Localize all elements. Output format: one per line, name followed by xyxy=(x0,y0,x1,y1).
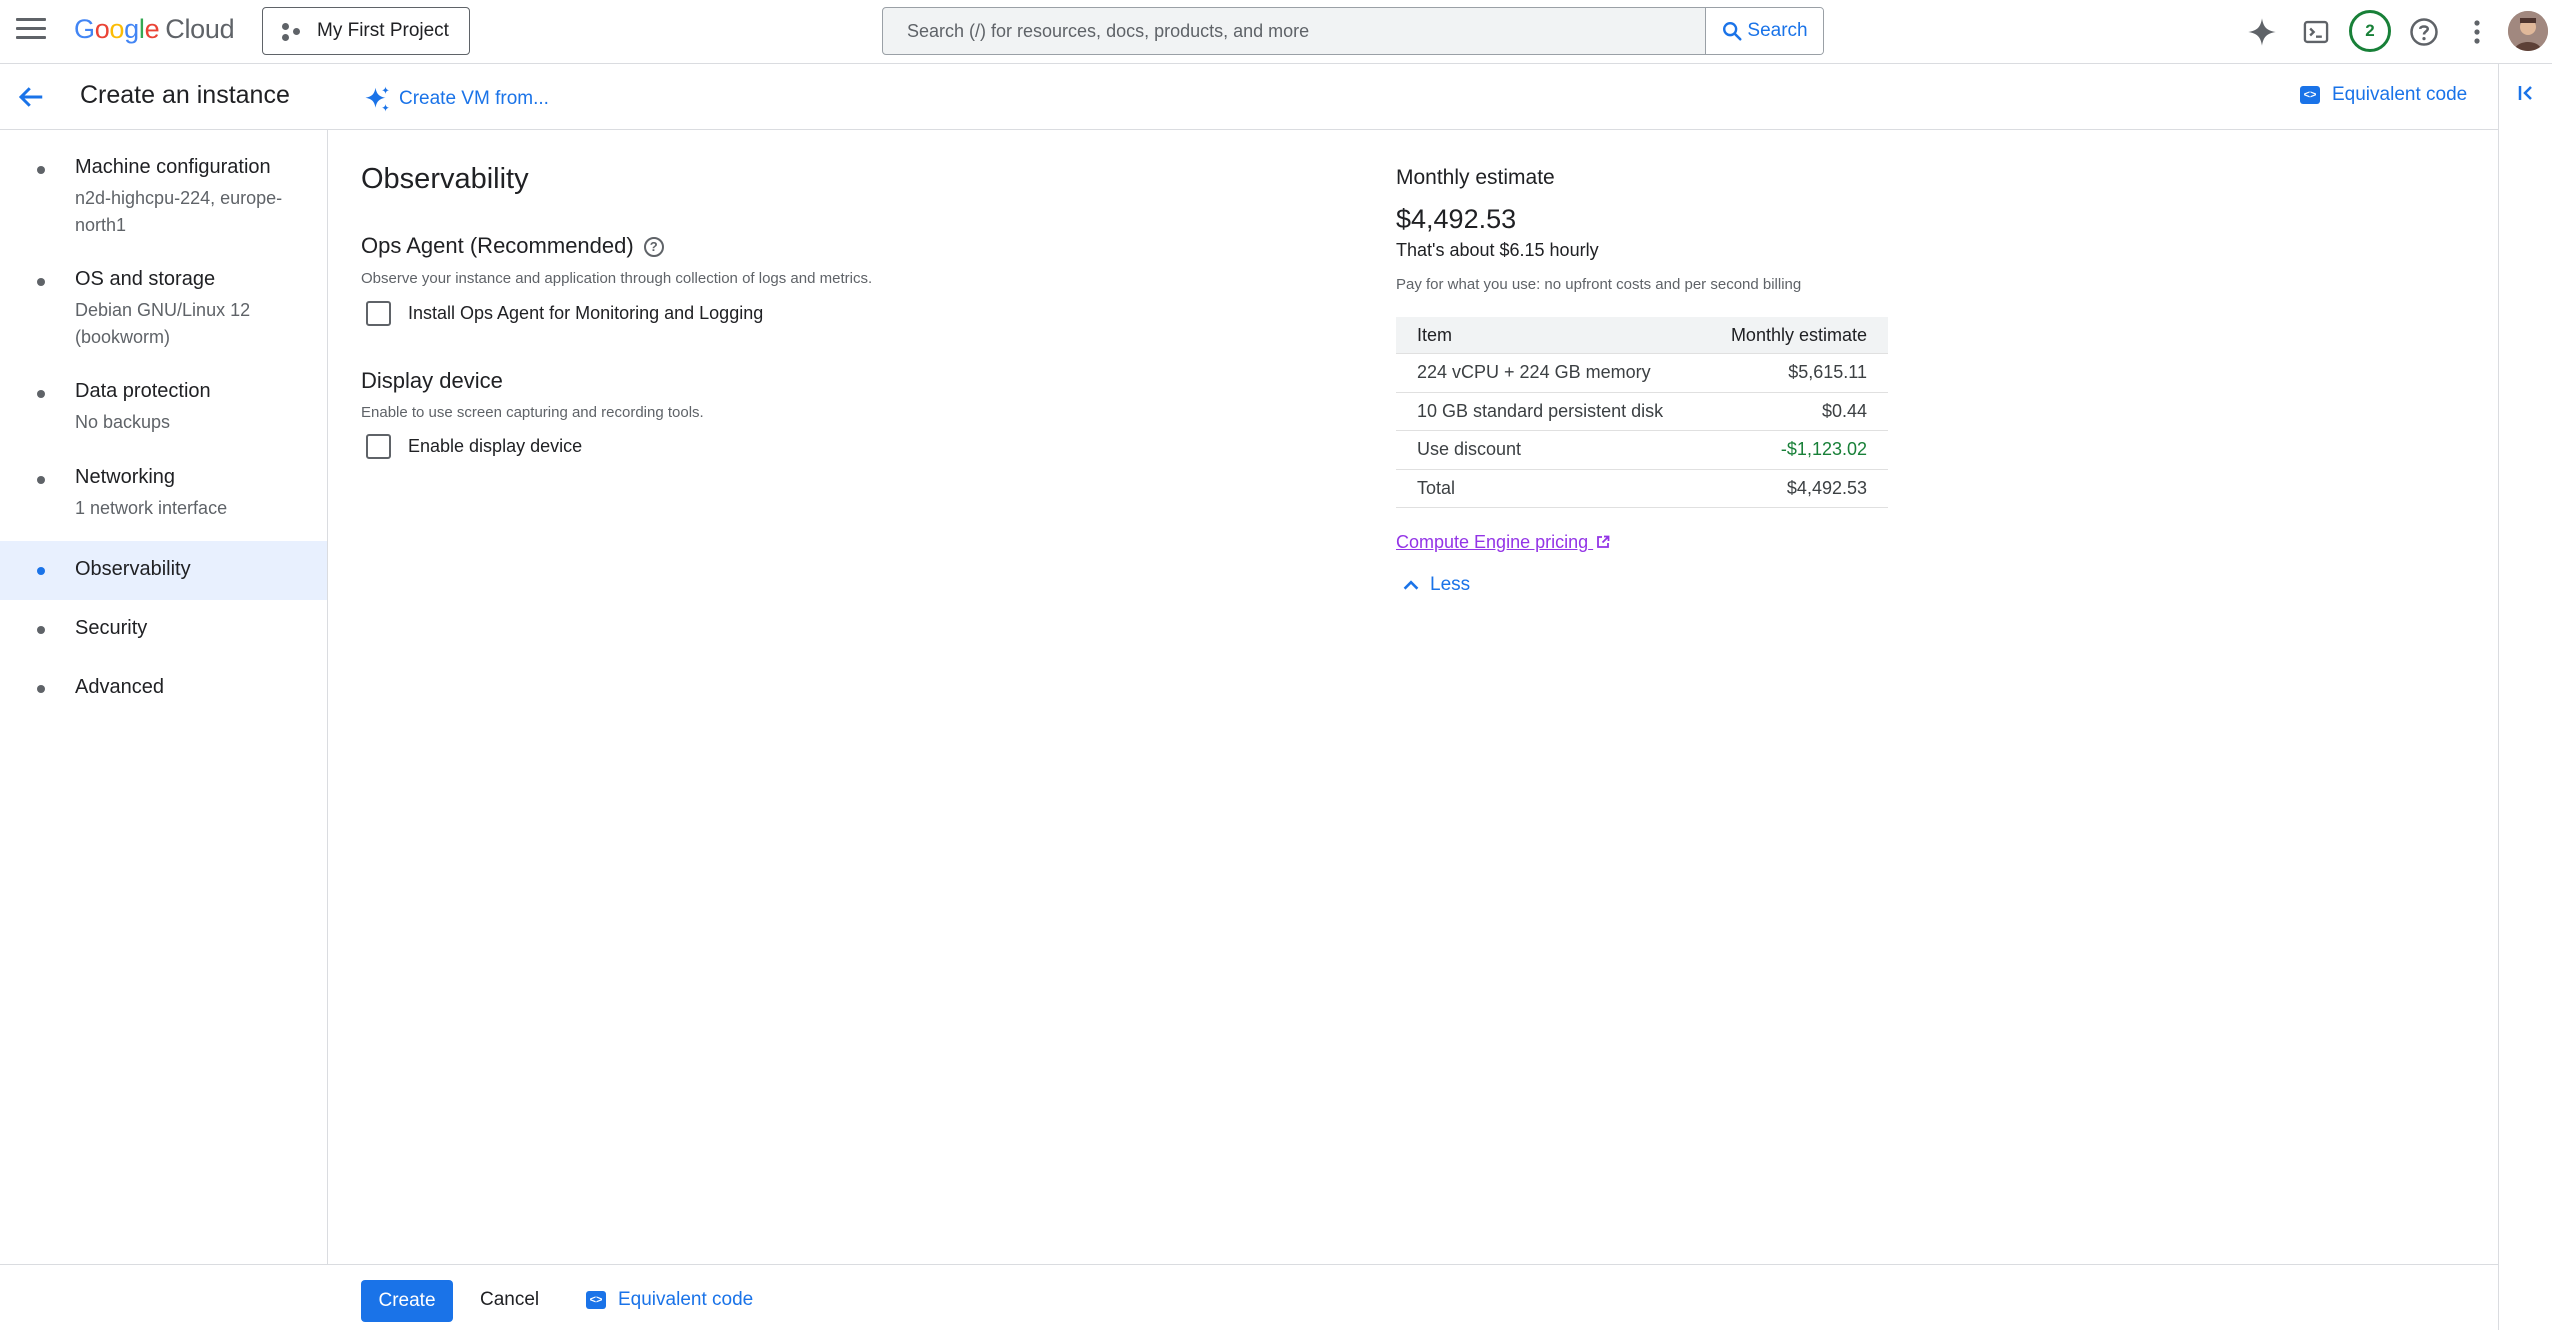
nav-bullet xyxy=(37,166,45,174)
project-name: My First Project xyxy=(317,20,449,41)
nav-item-subtitle: No backups xyxy=(75,412,171,432)
less-label: Less xyxy=(1430,574,1471,595)
equivalent-code-label: Equivalent code xyxy=(2332,84,2468,105)
nav-bullet xyxy=(37,567,45,575)
display-device-description: Enable to use screen capturing and recor… xyxy=(361,404,704,421)
sparkle-icon xyxy=(365,86,390,112)
account-avatar[interactable] xyxy=(2508,11,2548,51)
estimate-table: Item Monthly estimate 224 vCPU + 224 GB … xyxy=(1396,317,1888,508)
table-header-row: Item Monthly estimate xyxy=(1396,317,1888,354)
table-row: 224 vCPU + 224 GB memory $5,615.11 xyxy=(1396,354,1888,393)
cloud-shell-terminal-icon[interactable] xyxy=(2298,14,2334,50)
gemini-sparkle-icon[interactable] xyxy=(2244,14,2280,50)
create-vm-from-label: Create VM from... xyxy=(399,88,549,109)
help-icon[interactable] xyxy=(2406,14,2442,50)
nav-item-observability[interactable]: Observability xyxy=(0,541,327,600)
code-icon: <> xyxy=(586,1291,606,1309)
row-cost: $4,492.53 xyxy=(1786,477,1867,498)
nav-item-networking[interactable]: Networking 1 network interface xyxy=(0,460,327,520)
nav-bullet xyxy=(37,476,45,484)
nav-item-subtitle: 1 network interface xyxy=(75,498,228,518)
compute-engine-pricing-link[interactable]: Compute Engine pricing xyxy=(1396,532,1610,553)
pricing-link-label: Compute Engine pricing xyxy=(1396,532,1589,552)
equivalent-code-button-top[interactable]: <> Equivalent code xyxy=(2300,84,2467,106)
search-button-label: Search xyxy=(1747,20,1808,41)
top-app-bar: GoogleCloud My First Project Search 2 xyxy=(0,0,2552,64)
row-cost-discount: -$1,123.02 xyxy=(1780,439,1867,460)
ops-agent-heading: Ops Agent (Recommended)? xyxy=(361,233,664,259)
create-button[interactable]: Create xyxy=(361,1280,453,1322)
page-title: Create an instance xyxy=(80,81,290,109)
external-link-icon xyxy=(1597,535,1610,548)
search-input[interactable] xyxy=(883,8,1707,54)
nav-item-subtitle: Debian GNU/Linux 12 (bookworm) xyxy=(75,300,251,347)
ops-agent-heading-text: Ops Agent (Recommended) xyxy=(361,233,634,258)
expand-panel-icon[interactable] xyxy=(2517,82,2537,110)
cancel-button[interactable]: Cancel xyxy=(480,1289,539,1311)
help-circle-icon[interactable]: ? xyxy=(643,237,664,257)
column-header-monthly-estimate: Monthly estimate xyxy=(1730,324,1867,345)
column-header-item: Item xyxy=(1417,324,1453,345)
page-header: Create an instance Create VM from... <> … xyxy=(0,64,2498,130)
notifications-badge[interactable]: 2 xyxy=(2349,10,2391,52)
billing-note: Pay for what you use: no upfront costs a… xyxy=(1396,276,1802,293)
nav-item-title: Advanced xyxy=(75,676,164,698)
ops-agent-description: Observe your instance and application th… xyxy=(361,270,873,287)
nav-bullet xyxy=(37,685,45,693)
nav-item-security[interactable]: Security xyxy=(0,600,327,659)
more-options-icon[interactable] xyxy=(2459,14,2495,50)
equivalent-code-button-bottom[interactable]: <> Equivalent code xyxy=(586,1289,753,1311)
enable-display-device-checkbox[interactable] xyxy=(366,434,391,459)
nav-bullet xyxy=(37,626,45,634)
nav-item-data-protection[interactable]: Data protection No backups xyxy=(0,374,327,434)
hamburger-menu-icon[interactable] xyxy=(16,18,46,46)
nav-item-advanced[interactable]: Advanced xyxy=(0,659,327,718)
enable-display-device-label: Enable display device xyxy=(408,436,583,456)
hourly-estimate: That's about $6.15 hourly xyxy=(1396,240,1599,260)
nav-item-title: Machine configuration xyxy=(75,156,271,178)
create-vm-from-button[interactable]: Create VM from... xyxy=(363,84,549,114)
project-hierarchy-icon xyxy=(281,20,303,42)
install-ops-agent-label: Install Ops Agent for Monitoring and Log… xyxy=(408,303,764,323)
nav-item-title: Networking xyxy=(75,466,176,488)
nav-item-title: Data protection xyxy=(75,380,211,402)
enable-display-device-option[interactable]: Enable display device xyxy=(366,434,582,459)
chevron-up-icon xyxy=(1403,580,1419,590)
nav-bullet xyxy=(37,278,45,286)
display-device-heading: Display device xyxy=(361,368,503,393)
install-ops-agent-option[interactable]: Install Ops Agent for Monitoring and Log… xyxy=(366,301,763,326)
row-item: Use discount xyxy=(1417,439,1522,460)
project-picker-button[interactable]: My First Project xyxy=(262,7,470,55)
row-item: 10 GB standard persistent disk xyxy=(1417,400,1664,421)
nav-item-title: OS and storage xyxy=(75,268,216,290)
google-cloud-logo[interactable]: Google Cloud xyxy=(74,14,235,45)
row-item: Total xyxy=(1417,477,1456,498)
table-row: 10 GB standard persistent disk $0.44 xyxy=(1396,393,1888,431)
equivalent-code-label: Equivalent code xyxy=(618,1289,754,1310)
nav-bullet xyxy=(37,390,45,398)
row-cost: $5,615.11 xyxy=(1788,362,1867,383)
table-row: Use discount -$1,123.02 xyxy=(1396,431,1888,470)
row-cost: $0.44 xyxy=(1821,400,1867,421)
row-item: 224 vCPU + 224 GB memory xyxy=(1417,362,1651,383)
nav-item-title: Observability xyxy=(75,558,191,580)
monthly-estimate-title: Monthly estimate xyxy=(1396,166,1555,189)
monthly-estimate-price: $4,492.53 xyxy=(1396,204,1517,234)
search-icon xyxy=(1723,22,1742,41)
table-row-total: Total $4,492.53 xyxy=(1396,470,1888,508)
less-toggle-button[interactable]: Less xyxy=(1400,574,1470,596)
back-arrow-icon[interactable] xyxy=(16,82,48,112)
code-icon: <> xyxy=(2300,86,2320,104)
nav-item-os-and-storage[interactable]: OS and storage Debian GNU/Linux 12 (book… xyxy=(0,262,327,358)
section-navigation: Machine configuration n2d-highcpu-224, e… xyxy=(0,130,328,1264)
nav-item-title: Security xyxy=(75,617,148,639)
install-ops-agent-checkbox[interactable] xyxy=(366,301,391,326)
search-button[interactable]: Search xyxy=(1705,8,1823,54)
form-footer: Create Cancel <> Equivalent code xyxy=(0,1264,2498,1330)
search-bar: Search xyxy=(882,7,1824,55)
nav-item-machine-configuration[interactable]: Machine configuration n2d-highcpu-224, e… xyxy=(0,150,327,246)
section-title: Observability xyxy=(361,163,529,195)
nav-item-subtitle: n2d-highcpu-224, europe-north1 xyxy=(75,188,283,235)
right-side-rail xyxy=(2498,64,2552,1330)
